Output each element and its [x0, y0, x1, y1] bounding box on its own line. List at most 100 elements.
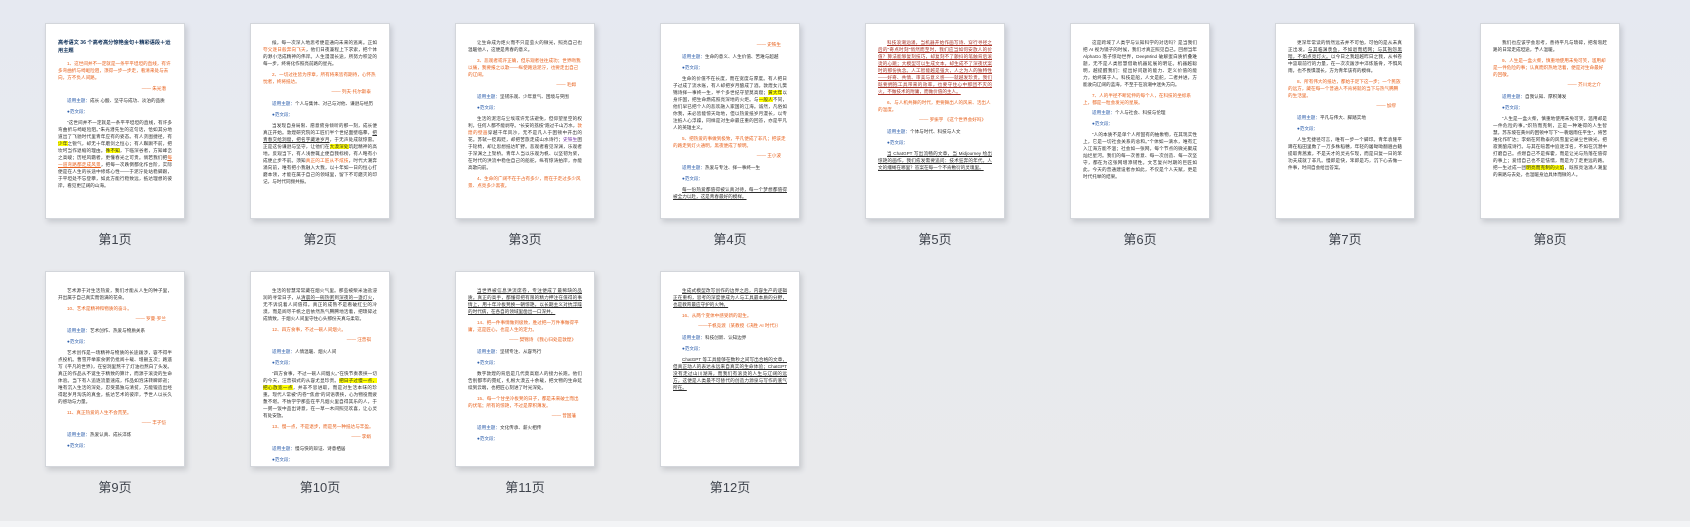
page-card: 生成式模型改写创作的边界之后，内容生产的逻辑正在重构，思考的深度便成为人与工具最… [660, 271, 800, 495]
thumb-text-block: —— 曾国藩 [551, 413, 576, 418]
page-label: 第9页 [98, 480, 132, 495]
thumb-text-block: —— 罗曼·罗兰 [135, 316, 166, 321]
thumb-text-block: —— 列夫·托尔斯泰 [331, 89, 371, 94]
page-label: 第11页 [505, 480, 545, 495]
thumb-text-block: 让生命成为炬火而不只是萤火的微光，照亮自己也温暖他人，这便是青春的意义。 [468, 40, 582, 52]
thumb-text-block: 适用主题：科技创新、认知边界 [682, 335, 747, 340]
thumb-text-block: 4、生命的广阔不在于占有多少，而在于走过多少风景、点亮多少黑夜。 [468, 175, 581, 188]
page-card: 我们也应该学会思考，善待平凡与琐碎，把匆匆赶路的日常走成坦途，予人温暖。 9、人生… [1480, 23, 1620, 247]
thumb-text-block: ●范文段： [1297, 126, 1319, 131]
thumb-text-block: ●范文段： [272, 112, 294, 117]
page-card: 科技浪潮汹涌，当机器开始作画写诗、穿行寻径之后的“奇点时刻”悄然而至时，我们应当… [865, 23, 1005, 247]
thumb-text-block: 生活的泥沼与尘埃或许无法避免，但仰望星空的权利，任何人都不能剥夺。“长安的荔枝”… [468, 116, 582, 170]
page-label: 第12页 [709, 480, 751, 495]
thumb-text-block: ●范文段： [67, 108, 89, 114]
page-card: 这是跨域了人类学与认知科学的对话吗？是当我们把 AI 视为镜子的时候，我们才真正… [1070, 23, 1210, 247]
thumb-text-block: —— 樊锦诗 《我心归处是敦煌》 [509, 337, 576, 342]
page-thumbnail[interactable]: 科技浪潮汹涌，当机器开始作画写诗、穿行寻径之后的“奇点时刻”悄然而至时，我们应当… [865, 23, 1005, 219]
thumb-text-block: 高考语文 36 个高考高分惊艳金句＋精彩语段＋运用主题 [58, 40, 171, 54]
thumb-text-block: 15、每一个甘坐冷板凳的日子，都是未来破土而出的伏笔；所有的惊艳，不过是厚积薄发… [468, 395, 579, 408]
thumb-text-block: —— 毛姆 [556, 82, 576, 87]
thumb-text-block: ●范文段： [272, 457, 294, 462]
page-card: 高考语文 36 个高考高分惊艳金句＋精彩语段＋运用主题 1、这世间并不一定就是一条… [45, 23, 185, 247]
thumb-text-block: 适用主题：热爱认真、成长淬炼 [67, 432, 132, 437]
thumb-text-block: ●范文段： [477, 360, 499, 365]
page-thumbnail[interactable]: —— 史铁生适用主题：生命的意义、人生价值、苦难与超越 ●范文段： 生命的价值不在长… [660, 23, 800, 219]
thumb-text-block: 候，每一次深入地思考便是通向未来的逃离。正如夸父逐日般奔向飞天，他们日夜兼程上下… [263, 40, 377, 66]
page-thumbnail[interactable]: 我们也应该学会思考，善待平凡与琐碎，把匆匆赶路的日常走成坦途，予人温暖。 9、人生… [1480, 23, 1620, 219]
page-thumbnail[interactable]: 艺术源于对生活热爱，我们才能从人生的种子里，开出属于自己真实而饱满的花朵。 10、… [45, 271, 185, 467]
thumb-text-block: ●范文段： [477, 105, 499, 110]
page-label: 第7页 [1328, 232, 1362, 247]
thumb-text-block: ●范文段： [887, 140, 909, 145]
thumb-text-block: ●范文段： [67, 443, 89, 448]
thumb-text-block: 适用主题：热爱与专注、择一事终一生 [682, 165, 761, 170]
thumb-text-block: ●范文段： [1092, 121, 1114, 126]
thumb-text-block: 适用主题：人情温暖、烟火人间 [272, 349, 337, 354]
page-thumbnail[interactable]: 高考语文 36 个高考高分惊艳金句＋精彩语段＋运用主题 1、这世间并不一定就是一条… [45, 23, 185, 219]
thumb-text-block: 当 ChatGPT 写出流畅的文章，当 Midjourney 绘出惊艳的画作，我… [878, 151, 992, 170]
thumb-text-block: 生命的价值不在长度，而在宽度与厚度。有人把日子过成了流水账，有人却把岁月酿成了酒… [673, 76, 787, 130]
thumb-text-block: 适用主题：文化传承、薪火相传 [477, 425, 542, 430]
thumb-text-block: ChatGPT 等工具能够在数秒之间写出合格的文章，但真正动人的表达永远来自真实… [673, 357, 787, 390]
thumb-text-block: 10、艺术是精神和物质的奋斗。 [67, 305, 132, 311]
page-thumbnail[interactable]: 生成式模型改写创作的边界之后，内容生产的逻辑正在重构，思考的深度便成为人与工具最… [660, 271, 800, 467]
thumb-text-block: 适用主题：生命的意义、人生价值、苦难与超越 [682, 54, 779, 59]
thumb-text-block: ●范文段： [272, 360, 294, 365]
page-card: 生活的智慧常常藏在烟火气里。那些被柴米油盐浸润的寻常日子，从清晨的一碗热粥到深夜… [250, 271, 390, 495]
thumb-text-block: 艺术源于对生活热爱，我们才能从人生的种子里，开出属于自己真实而饱满的花朵。 [58, 288, 172, 300]
thumb-text-block: 科技浪潮汹涌，当机器开始作画写诗、穿行寻径之后的“奇点时刻”悄然而至时，我们应当… [878, 40, 992, 94]
thumb-text-block: “这世间并不一定就是一条平平坦坦的直线，有许多弯曲折与崎岖险阻。”朱光潜先生的这… [58, 119, 172, 188]
thumb-text-block: 6、与人机共舞的时代，更要舞出人的风采、活出人的温度。 [878, 99, 991, 112]
page-card: —— 史铁生适用主题：生命的意义、人生价值、苦难与超越 ●范文段： 生命的价值不在长… [660, 23, 800, 247]
thumb-text-block: “人生是一盒火柴，慎重地使用未免可笑，滥用却是一件危险的事。”炽热而克制，正是一… [1493, 116, 1607, 177]
bottom-edge [0, 521, 1690, 527]
thumb-text-block: ●范文段： [682, 176, 704, 181]
thumb-text-block: —— 王小波 [756, 153, 781, 158]
thumb-text-block: —— 朱光潜 [141, 85, 166, 91]
thumb-text-block: 16、从两个变体中感受新的诞生。 [682, 312, 752, 318]
page-thumbnail[interactable]: 生活的智慧常常藏在烟火气里。那些被柴米油盐浸润的寻常日子，从清晨的一碗热粥到深夜… [250, 271, 390, 467]
thumb-text-block: 这是跨域了人类学与认知科学的对话吗？是当我们把 AI 视为镜子的时候，我们才真正… [1083, 40, 1197, 87]
page-card: 候，每一次深入地思考便是通向未来的逃离。正如夸父逐日般奔向飞天，他们日夜兼程上下… [250, 23, 390, 247]
page-card: 当世界被信息洪流席卷，专注便成了最稀缺的品质。真正的高手，都懂得把有限的精力押注… [455, 271, 595, 495]
page-thumbnail[interactable]: 候，每一次深入地思考便是通向未来的逃离。正如夸父逐日般奔向飞天，他们日夜兼程上下… [250, 23, 390, 219]
thumb-text-block: ●范文段： [682, 346, 704, 351]
thumb-text-block: 人生无捷径可言，唯有一步一个脚印。青年袁隆平蹲在稻田里数了一万多株稻穗，年轻的屠… [1288, 137, 1402, 170]
page-thumbnail[interactable]: 更深年常读的悄然远去并不可怕，可怕的是从未真正出发。与其临渊羡鱼，不如退而结网；… [1275, 23, 1415, 219]
thumb-text-block: 每一份热爱都值得被认真对待，每一个梦想都值得被全力以赴，这是青春最好的模样。 [673, 187, 787, 199]
thumb-text-block: 艺术创作是一场精神与物质的长途跋涉，容不得半点投机。曹雪芹举家食粥仍批阅十载、增… [58, 350, 172, 404]
thumb-text-block: 适用主题：成长 心酸、坚守与成功、淡泊的品质 [67, 97, 165, 103]
thumb-text-block: 当发现自身局限、愿意俯身倾听的那一刻，成长便真正开始。敦煌研究院的工匠们半个世纪… [263, 123, 377, 184]
thumb-text-block: —— 加缪 [1376, 103, 1396, 108]
page-label: 第3页 [508, 232, 542, 247]
page-thumbnail[interactable]: 当世界被信息洪流席卷，专注便成了最稀缺的品质。真正的高手，都懂得把有限的精力押注… [455, 271, 595, 467]
thumb-text-block: 生成式模型改写创作的边界之后，内容生产的逻辑正在重构，思考的深度便成为人与工具最… [673, 288, 787, 307]
page-card: 更深年常读的悄然远去并不可怕，可怕的是从未真正出发。与其临渊羡鱼，不如退而结网；… [1275, 23, 1415, 247]
thumb-text-block: 适用主题：艺术创作、热爱与物质关系 [67, 328, 146, 333]
thumb-text-block: 8、所有伟大的抵达，都始于足下这一步；一个民族的远方，藏在每一个普通人不肯将就的… [1288, 78, 1401, 98]
thumb-text-block: 当世界被信息洪流席卷，专注便成了最稀缺的品质。真正的高手，都懂得把有限的精力押注… [468, 288, 582, 314]
page-label: 第1页 [98, 232, 132, 247]
thumb-text-block: ●范文段： [477, 436, 499, 441]
thumb-text-block: —— 罗振宇 《这个世界会好吗》 [919, 117, 986, 122]
thumb-text-block: 14、把一件事情做到极致，胜过把一万件事做得平庸，这是匠心，也是人生的定力。 [468, 319, 579, 332]
thumb-text-block: 13、慢一点，不是退步，而是另一种抵达与丰盈。 [272, 423, 374, 429]
thumb-text-block: 适用主题：坚韧乐观、少年意气、困境与突围 [477, 94, 569, 99]
page-thumbnail[interactable]: 这是跨域了人类学与认知科学的对话吗？是当我们把 AI 视为镜子的时候，我们才真正… [1070, 23, 1210, 219]
thumb-text-block: “人的本质不是单个人所固有的抽象物，在其现实性上，它是一切社会关系的总和。”个体… [1083, 132, 1197, 179]
thumb-text-block: 我们也应该学会思考，善待平凡与琐碎，把匆匆赶路的日常走成坦途，予人温暖。 [1493, 40, 1607, 52]
page-thumbnail[interactable]: 让生命成为炬火而不只是萤火的微光，照亮自己也温暖他人，这便是青春的意义。 3、悲观… [455, 23, 595, 219]
thumb-text-block: 11、真正热爱的人生不会荒芜。 [67, 409, 132, 415]
thumb-text-block: —— 史铁生 [756, 42, 781, 47]
thumb-text-block: ●范文段： [682, 65, 704, 70]
page-label: 第5页 [918, 232, 952, 247]
thumb-text-block: 5、把热爱的事做到极致，平凡便成了非凡；把该走的路走到灯火通明，黑夜便成了黎明。 [673, 135, 786, 148]
thumb-text-block: “四方食事，不过一碗人间烟火。”在快节奏裹挟一切的今天，汪曾祺式的从容尤显珍贵。… [263, 371, 377, 418]
thumb-text-block: 7、人的半径不断延伸的每个人，在科技的坐标系上，都是一粒会发光的星辰。 [1083, 92, 1192, 105]
thumb-text-block: 适用主题：个人与社会、科技与伦理 [1092, 110, 1166, 115]
page-card: 让生命成为炬火而不只是萤火的微光，照亮自己也温暖他人，这便是青春的意义。 3、悲观… [455, 23, 595, 247]
page-label: 第4页 [713, 232, 747, 247]
thumb-text-block: 12、四方食事，不过一碗人间烟火。 [272, 326, 347, 332]
thumb-text-block: 更深年常读的悄然远去并不可怕，可怕的是从未真正出发。与其临渊羡鱼，不如退而结网；… [1288, 40, 1402, 73]
